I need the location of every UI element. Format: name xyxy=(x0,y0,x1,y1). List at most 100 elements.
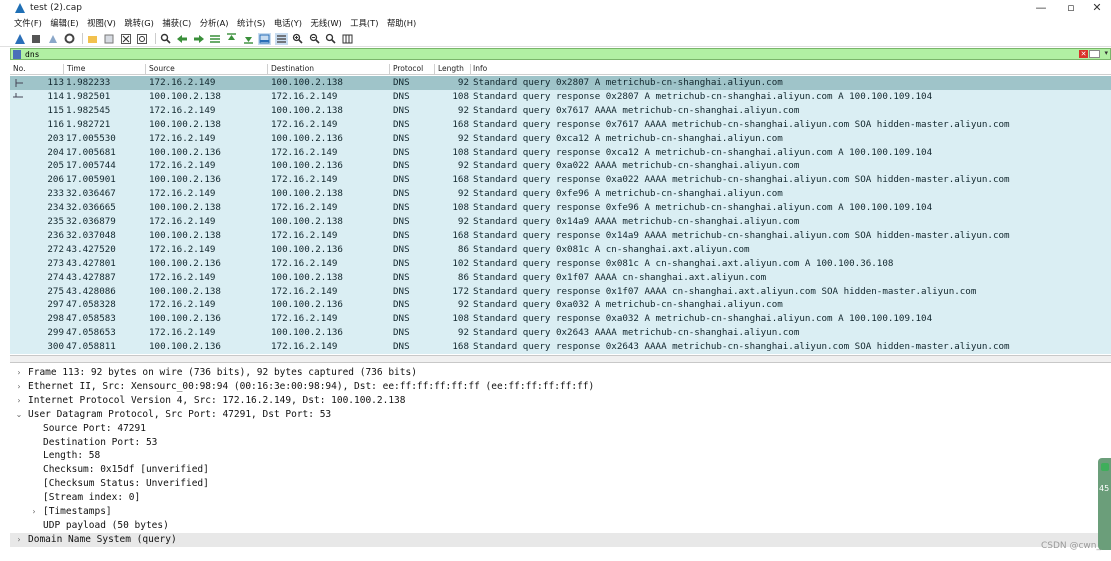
menu-item[interactable]: 无线(W) xyxy=(311,17,342,29)
menu-item[interactable]: 电话(Y) xyxy=(274,17,302,29)
menu-item[interactable]: 统计(S) xyxy=(237,17,265,29)
packet-row[interactable]: 113 1.982233 172.16.2.149 100.100.2.138 DNS 9… xyxy=(10,76,1111,90)
packet-row[interactable]: 298 47.058583 100.100.2.136 172.16.2.149 DNS… xyxy=(10,312,1111,327)
detail-tree-item[interactable]: › Frame 113: 92 bytes on wire (736 bits),… xyxy=(10,366,1111,380)
menu-item[interactable]: 捕获(C) xyxy=(162,17,191,29)
display-filter-input[interactable]: dns xyxy=(25,50,39,59)
normal-size-icon[interactable] xyxy=(324,33,337,45)
packet-row[interactable]: 273 43.427801 100.100.2.136 172.16.2.149 DNS… xyxy=(10,256,1111,271)
packet-cell-info: Standard query 0x14a9 AAAA metrichub-cn-… xyxy=(473,216,800,227)
close-file-icon[interactable] xyxy=(119,33,132,45)
minimize-button[interactable]: — xyxy=(1026,0,1056,15)
packet-row[interactable]: 205 17.005744 172.16.2.149 100.100.2.136 DNS… xyxy=(10,159,1111,174)
column-header-length[interactable]: Length xyxy=(438,64,464,73)
detail-tree-item[interactable]: ⌄ User Datagram Protocol, Src Port: 47291… xyxy=(10,408,1111,422)
detail-tree-item[interactable]: Checksum: 0x15df [unverified] xyxy=(10,463,1111,477)
packet-row[interactable]: 274 43.427887 172.16.2.149 100.100.2.138 DNS… xyxy=(10,270,1111,285)
packet-cell-src: 100.100.2.136 xyxy=(149,341,221,353)
column-header-time[interactable]: Time xyxy=(67,64,85,73)
menu-item[interactable]: 文件(F) xyxy=(14,17,42,29)
zoom-out-icon[interactable] xyxy=(308,33,321,45)
packet-cell-len: 108 xyxy=(452,202,469,214)
go-to-packet-icon[interactable] xyxy=(209,33,222,45)
colorize-icon[interactable] xyxy=(274,32,288,45)
packet-cell-dst: 172.16.2.149 xyxy=(271,341,338,353)
open-file-icon[interactable] xyxy=(86,33,99,45)
packet-row[interactable]: 204 17.005681 100.100.2.136 172.16.2.149 DNS… xyxy=(10,145,1111,160)
menu-item[interactable]: 编辑(E) xyxy=(50,17,78,29)
packet-row[interactable]: 234 32.036665 100.100.2.138 172.16.2.149 DNS… xyxy=(10,201,1111,215)
menu-item[interactable]: 跳转(G) xyxy=(124,17,154,29)
detail-tree-item[interactable]: Destination Port: 53 xyxy=(10,436,1111,450)
side-float-widget[interactable]: 45 xyxy=(1098,458,1111,550)
packet-row[interactable]: 299 47.058653 172.16.2.149 100.100.2.136 DNS… xyxy=(10,326,1111,341)
packet-row[interactable]: 116 1.982721 100.100.2.138 172.16.2.149 DNS 1… xyxy=(10,117,1111,132)
stop-capture-icon[interactable] xyxy=(30,33,43,45)
packet-cell-proto: DNS xyxy=(393,202,410,214)
packet-row[interactable]: 272 43.427520 172.16.2.149 100.100.2.136 DNS… xyxy=(10,242,1111,257)
last-packet-icon[interactable] xyxy=(242,33,255,45)
packet-row[interactable]: 114 1.982501 100.100.2.138 172.16.2.149 DNS 1… xyxy=(10,89,1111,104)
packet-cell-src: 100.100.2.138 xyxy=(149,229,221,241)
autoscroll-icon[interactable] xyxy=(258,32,271,45)
detail-tree-item[interactable]: [Checksum Status: Unverified] xyxy=(10,477,1111,491)
packet-cell-src: 172.16.2.149 xyxy=(149,271,216,283)
detail-tree-item[interactable]: › Ethernet II, Src: Xensourc_00:98:94 (00… xyxy=(10,380,1111,394)
packet-cell-proto: DNS xyxy=(393,77,410,88)
packet-row[interactable]: 115 1.982545 172.16.2.149 100.100.2.138 DNS 9… xyxy=(10,103,1111,118)
reload-file-icon[interactable] xyxy=(136,33,149,45)
packet-cell-proto: DNS xyxy=(393,118,410,130)
zoom-in-icon[interactable] xyxy=(291,33,304,45)
column-header-no[interactable]: No. xyxy=(13,64,25,73)
detail-tree-item[interactable]: Length: 58 xyxy=(10,449,1111,463)
menu-item[interactable]: 视图(V) xyxy=(87,17,116,29)
chevron-down-icon[interactable]: ⌄ xyxy=(14,408,24,422)
packet-row[interactable]: 235 32.036879 172.16.2.149 100.100.2.138 DNS… xyxy=(10,215,1111,229)
packet-cell-len: 168 xyxy=(452,341,469,353)
restart-capture-icon[interactable] xyxy=(46,33,59,45)
chevron-right-icon[interactable]: › xyxy=(14,380,24,394)
detail-tree-item[interactable]: Source Port: 47291 xyxy=(10,422,1111,436)
go-forward-icon[interactable] xyxy=(192,33,205,45)
packet-row[interactable]: 297 47.058328 172.16.2.149 100.100.2.136 DNS… xyxy=(10,298,1111,313)
packet-row[interactable]: 275 43.428086 100.100.2.138 172.16.2.149 DNS… xyxy=(10,284,1111,299)
menu-item[interactable]: 工具(T) xyxy=(350,17,378,29)
detail-tree-item[interactable]: › Internet Protocol Version 4, Src: 172.1… xyxy=(10,394,1111,408)
chevron-right-icon[interactable]: › xyxy=(14,366,24,380)
menu-item[interactable]: 分析(A) xyxy=(200,17,229,29)
packet-cell-no: 299 xyxy=(47,327,64,339)
close-button[interactable]: ✕ xyxy=(1082,0,1111,15)
detail-tree-item[interactable]: [Stream index: 0] xyxy=(10,491,1111,505)
chevron-right-icon[interactable]: › xyxy=(14,533,24,547)
packet-row[interactable]: 233 32.036467 172.16.2.149 100.100.2.138 DNS… xyxy=(10,187,1111,202)
column-header-source[interactable]: Source xyxy=(149,64,175,73)
column-header-info[interactable]: Info xyxy=(473,64,487,73)
packet-cell-info: Standard query response 0x2807 A metrich… xyxy=(473,90,933,102)
clear-filter-icon[interactable]: ✕ xyxy=(1079,50,1088,58)
packet-row[interactable]: 236 32.037048 100.100.2.138 172.16.2.149 DNS… xyxy=(10,228,1111,243)
menu-item[interactable]: 帮助(H) xyxy=(387,17,416,29)
packet-cell-src: 100.100.2.138 xyxy=(149,90,221,102)
column-header-destination[interactable]: Destination xyxy=(271,64,314,73)
start-capture-icon[interactable] xyxy=(13,33,26,45)
detail-tree-item[interactable]: › Domain Name System (query) xyxy=(10,532,1111,547)
column-header-protocol[interactable]: Protocol xyxy=(393,64,423,73)
packet-row[interactable]: 203 17.005530 172.16.2.149 100.100.2.136 DNS… xyxy=(10,131,1111,146)
chevron-right-icon[interactable]: › xyxy=(14,394,24,408)
chevron-down-icon[interactable]: ▾ xyxy=(1104,49,1108,57)
apply-filter-icon[interactable] xyxy=(1089,50,1100,58)
check-icon xyxy=(1101,463,1109,471)
resize-columns-icon[interactable] xyxy=(341,33,354,45)
go-back-icon[interactable] xyxy=(176,33,189,45)
chevron-right-icon[interactable]: › xyxy=(29,505,39,519)
detail-tree-item[interactable]: › [Timestamps] xyxy=(10,505,1111,519)
packet-row[interactable]: 300 47.058811 100.100.2.136 172.16.2.149 DNS… xyxy=(10,340,1111,354)
detail-tree-item[interactable]: UDP payload (50 bytes) xyxy=(10,519,1111,533)
first-packet-icon[interactable] xyxy=(225,33,238,45)
packet-row[interactable]: 206 17.005901 100.100.2.136 172.16.2.149 DNS… xyxy=(10,173,1111,188)
bookmark-icon[interactable] xyxy=(13,49,21,59)
pane-splitter[interactable] xyxy=(10,355,1111,363)
save-file-icon[interactable] xyxy=(103,33,116,45)
capture-options-icon[interactable] xyxy=(63,33,76,45)
find-packet-icon[interactable] xyxy=(159,33,172,45)
